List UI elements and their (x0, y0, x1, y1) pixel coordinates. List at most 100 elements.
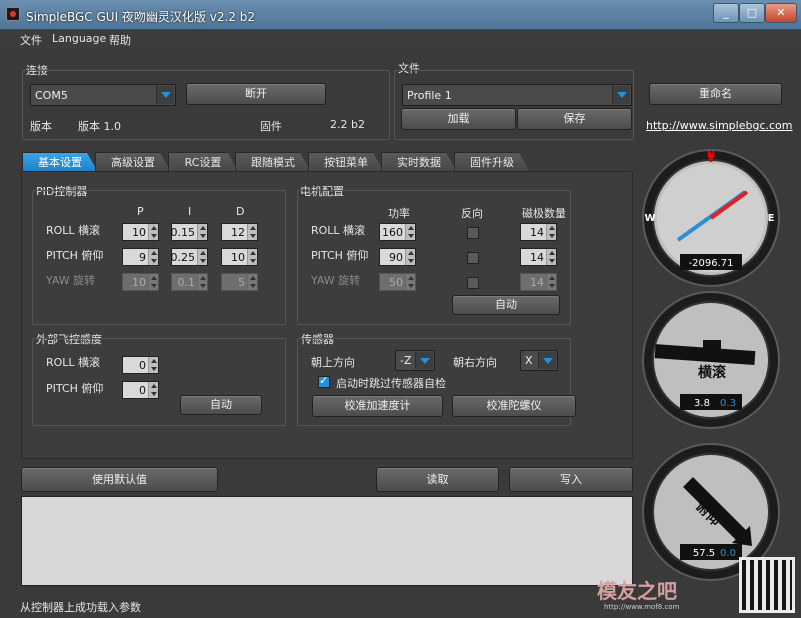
firmware-label: 固件 (260, 120, 282, 133)
motor-row-yaw-label: YAW 旋转 (311, 274, 361, 287)
spinner-arrows-icon[interactable] (546, 249, 556, 265)
compass-n: N (707, 150, 715, 161)
calibrate-accelerometer-button[interactable]: 校准加速度计 (312, 395, 443, 417)
status-bar: 从控制器上成功载入参数 (0, 594, 801, 618)
spinner-arrows-icon (247, 274, 257, 290)
profile-select[interactable]: Profile 1 (402, 84, 632, 106)
chevron-down-icon (538, 352, 556, 369)
profile-value: Profile 1 (407, 89, 452, 102)
motor-yaw-power: 50 (379, 273, 416, 291)
motor-pitch-poles[interactable]: 14 (520, 248, 557, 266)
pid-yaw-p: 10 (122, 273, 159, 291)
use-defaults-button[interactable]: 使用默认值 (21, 467, 218, 492)
motor-auto-button[interactable]: 自动 (452, 295, 560, 315)
tab-realtime[interactable]: 实时数据 (381, 152, 457, 172)
maximize-button[interactable]: □ (739, 3, 765, 23)
menu-help[interactable]: 帮助 (109, 32, 131, 48)
write-button[interactable]: 写入 (509, 467, 633, 492)
pid-pitch-p[interactable]: 9 (122, 248, 159, 266)
title-bar[interactable]: SimpleBGC GUI 夜吻幽灵汉化版 v2.2 b2 _ □ ✕ (0, 0, 801, 30)
ext-row-pitch-label: PITCH 俯仰 (46, 382, 104, 395)
sensor-right-select[interactable]: X (520, 350, 558, 371)
pid-roll-p[interactable]: 10 (122, 223, 159, 241)
pid-row-yaw-label: YAW 旋转 (46, 274, 96, 287)
website-link[interactable]: http://www.simplebgc.com (646, 119, 793, 132)
menu-language[interactable]: Language (52, 32, 106, 45)
pid-col-p: P (137, 205, 144, 218)
rename-button[interactable]: 重命名 (649, 83, 782, 105)
motor-yaw-reverse-checkbox[interactable] (467, 277, 479, 289)
skip-sensor-check-label: 启动时跳过传感器自检 (336, 377, 446, 390)
window-title: SimpleBGC GUI 夜吻幽灵汉化版 v2.2 b2 (26, 10, 255, 24)
close-button[interactable]: ✕ (765, 3, 797, 23)
menu-bar: 文件 Language 帮助 (0, 30, 801, 48)
chevron-down-icon (415, 352, 433, 369)
spinner-arrows-icon[interactable] (247, 224, 257, 240)
version-value: 版本 1.0 (78, 120, 121, 133)
qr-code-icon (739, 557, 795, 613)
pid-roll-i[interactable]: 0.15 (171, 223, 208, 241)
spinner-arrows-icon[interactable] (247, 249, 257, 265)
motor-pitch-power[interactable]: 90 (379, 248, 416, 266)
pid-row-roll-label: ROLL 横滚 (46, 224, 101, 237)
pid-pitch-i[interactable]: 0.25 (171, 248, 208, 266)
port-value: COM5 (35, 89, 68, 102)
motor-col-poles: 磁极数量 (522, 207, 566, 220)
sensor-up-label: 朝上方向 (311, 356, 355, 369)
motor-col-reverse: 反向 (461, 207, 483, 220)
spinner-arrows-icon[interactable] (148, 382, 158, 398)
ext-auto-button[interactable]: 自动 (180, 395, 262, 415)
tab-menu-button[interactable]: 按钮菜单 (308, 152, 384, 172)
spinner-arrows-icon[interactable] (197, 224, 207, 240)
roll-value-2: 0.3 (720, 398, 736, 409)
roll-label: 横滚 (698, 364, 727, 381)
load-button[interactable]: 加载 (401, 108, 516, 130)
roll-gauge: 横滚 3.8 0.3 (642, 291, 780, 429)
minimize-button[interactable]: _ (713, 3, 739, 23)
motor-row-pitch-label: PITCH 俯仰 (311, 249, 369, 262)
pitch-value-2: 0.0 (720, 548, 736, 559)
tab-firmware[interactable]: 固件升级 (454, 152, 530, 172)
compass-gauge: N W E -2096.71 (642, 149, 780, 287)
read-button[interactable]: 读取 (376, 467, 499, 492)
roll-value-1: 3.8 (694, 398, 710, 409)
motor-row-roll-label: ROLL 横滚 (311, 224, 366, 237)
ext-roll-value[interactable]: 0 (122, 356, 159, 374)
pid-col-d: D (236, 205, 245, 218)
tab-advanced[interactable]: 高级设置 (95, 152, 171, 172)
sensor-up-select[interactable]: -Z (395, 350, 435, 371)
spinner-arrows-icon (197, 274, 207, 290)
spinner-arrows-icon[interactable] (405, 249, 415, 265)
pid-col-i: I (188, 205, 192, 218)
pid-roll-d[interactable]: 12 (221, 223, 258, 241)
motor-roll-reverse-checkbox[interactable] (467, 227, 479, 239)
save-button[interactable]: 保存 (517, 108, 632, 130)
spinner-arrows-icon[interactable] (148, 249, 158, 265)
status-text: 从控制器上成功载入参数 (20, 601, 141, 614)
ext-pitch-value[interactable]: 0 (122, 381, 159, 399)
spinner-arrows-icon[interactable] (148, 357, 158, 373)
spinner-arrows-icon (148, 274, 158, 290)
calibrate-gyro-button[interactable]: 校准陀螺仪 (452, 395, 576, 417)
motor-pitch-reverse-checkbox[interactable] (467, 252, 479, 264)
port-select[interactable]: COM5 (30, 84, 176, 106)
motor-roll-poles[interactable]: 14 (520, 223, 557, 241)
log-area[interactable] (21, 496, 633, 586)
chevron-down-icon (156, 86, 174, 104)
motor-roll-power[interactable]: 160 (379, 223, 416, 241)
motor-yaw-poles: 14 (520, 273, 557, 291)
spinner-arrows-icon[interactable] (546, 224, 556, 240)
menu-file[interactable]: 文件 (20, 32, 42, 48)
pid-pitch-d[interactable]: 10 (221, 248, 258, 266)
skip-sensor-check-checkbox[interactable] (318, 374, 330, 388)
spinner-arrows-icon (405, 274, 415, 290)
pitch-value-1: 57.5 (693, 548, 715, 559)
disconnect-button[interactable]: 断开 (186, 83, 326, 105)
tab-rc[interactable]: RC设置 (168, 152, 238, 172)
tab-follow[interactable]: 跟随模式 (235, 152, 311, 172)
app-icon (6, 7, 20, 21)
spinner-arrows-icon[interactable] (405, 224, 415, 240)
spinner-arrows-icon[interactable] (148, 224, 158, 240)
spinner-arrows-icon[interactable] (197, 249, 207, 265)
tab-basic[interactable]: 基本设置 (22, 152, 98, 172)
